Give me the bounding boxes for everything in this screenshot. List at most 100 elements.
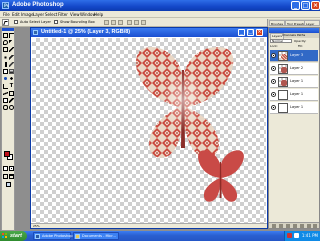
blend-mode-select[interactable]: Normal — [270, 39, 292, 43]
layer-row-layer-3[interactable]: Layer 3 — [270, 50, 318, 62]
standard-mode-icon[interactable] — [3, 166, 8, 171]
show-bounding-box-checkbox[interactable] — [54, 20, 58, 24]
visibility-eye-icon[interactable] — [271, 92, 276, 97]
move-tool-icon[interactable] — [9, 33, 14, 38]
taskbar-item-photoshop[interactable]: Adobe Photoshop — [33, 232, 73, 240]
layer-row-layer-1-copy[interactable]: Layer 1 — [270, 89, 318, 101]
menu-view[interactable]: View — [70, 12, 80, 17]
screen-mode-standard-icon[interactable] — [3, 174, 8, 179]
start-label: start — [10, 233, 22, 239]
notes-tool-icon[interactable] — [3, 98, 8, 103]
align-right-icon[interactable] — [141, 20, 146, 25]
magic-wand-tool-icon[interactable] — [9, 40, 14, 45]
photoshop-task-icon — [35, 234, 40, 239]
fill-label: Fill: — [298, 44, 304, 48]
visibility-eye-icon[interactable] — [271, 66, 276, 71]
visibility-eye-icon[interactable] — [271, 53, 276, 58]
hand-tool-icon[interactable] — [3, 105, 8, 110]
document-title-bar[interactable]: Untitled-1 @ 25% (Layer 3, RGB/8) _ □ × — [31, 28, 267, 37]
jump-to-imageready-icon[interactable] — [6, 182, 11, 187]
visibility-eye-icon[interactable] — [271, 105, 276, 110]
pen-tool-icon[interactable] — [3, 91, 8, 96]
menu-image[interactable]: Image — [21, 12, 34, 17]
document-window: Untitled-1 @ 25% (Layer 3, RGB/8) _ □ × — [30, 27, 268, 229]
menu-select[interactable]: Select — [45, 12, 57, 17]
document-icon — [33, 30, 38, 35]
align-bottom-icon[interactable] — [118, 20, 123, 25]
marquee-tool-icon[interactable] — [3, 33, 8, 38]
rectangle-tool-icon[interactable] — [9, 91, 14, 96]
document-title: Untitled-1 @ 25% (Layer 3, RGB/8) — [41, 29, 131, 35]
screen-mode-full-icon[interactable] — [9, 174, 14, 179]
layer-row-layer-2[interactable]: Layer 2 — [270, 63, 318, 75]
document-close-button[interactable]: × — [256, 29, 263, 36]
document-canvas[interactable] — [32, 38, 266, 224]
link-layers-icon[interactable] — [272, 224, 276, 228]
menu-edit[interactable]: Edit — [12, 12, 20, 17]
menu-layer[interactable]: Layer — [33, 12, 44, 17]
gradient-tool-icon[interactable] — [9, 69, 14, 74]
brush-tool-icon[interactable] — [9, 55, 14, 60]
photoshop-app-icon[interactable]: Ps — [2, 2, 9, 9]
trash-icon[interactable] — [313, 224, 317, 228]
start-button[interactable]: start — [0, 231, 27, 241]
align-top-icon[interactable] — [104, 20, 109, 25]
layer-thumbnail — [278, 90, 288, 100]
healing-brush-icon[interactable] — [3, 55, 8, 60]
layer-style-icon[interactable] — [279, 224, 283, 228]
slice-tool-icon[interactable] — [9, 47, 14, 52]
zoom-tool-icon[interactable] — [9, 105, 14, 110]
tab-channels[interactable]: Channels — [281, 33, 297, 38]
eraser-tool-icon[interactable] — [3, 69, 8, 74]
type-tool-icon[interactable]: T — [9, 84, 14, 89]
tray-antivirus-icon[interactable] — [287, 233, 292, 238]
layer-row-layer-1[interactable]: Layer 1 — [270, 76, 318, 88]
document-maximize-button[interactable]: □ — [247, 29, 254, 36]
menu-file[interactable]: File — [3, 12, 10, 17]
layers-palette-footer — [269, 222, 319, 228]
taskbar: start Adobe Photoshop Documents - Micr..… — [0, 231, 320, 241]
windows-flag-icon — [2, 233, 8, 239]
palette-well-tab-layer-comps[interactable]: Layer Comps — [304, 20, 320, 32]
clone-stamp-icon[interactable] — [3, 62, 8, 67]
align-center-icon[interactable] — [134, 20, 139, 25]
layer-row-background[interactable]: Layer 1 — [270, 102, 318, 114]
align-left-icon[interactable] — [127, 20, 132, 25]
toolbox-grip[interactable] — [2, 28, 14, 31]
blur-tool-icon[interactable] — [3, 76, 8, 81]
layer-thumbnail — [278, 64, 288, 74]
document-minimize-button[interactable]: _ — [238, 29, 245, 36]
auto-select-layer-checkbox[interactable] — [14, 20, 18, 24]
menu-filter[interactable]: Filter — [58, 12, 68, 17]
history-brush-icon[interactable] — [9, 62, 14, 67]
layer-mask-icon[interactable] — [286, 224, 290, 228]
palette-well-tab-brushes[interactable]: Brushes — [269, 20, 286, 26]
new-adjustment-layer-icon[interactable] — [300, 224, 304, 228]
visibility-eye-icon[interactable] — [271, 79, 276, 84]
foreground-color-swatch[interactable] — [4, 151, 10, 157]
menu-help[interactable]: Help — [94, 12, 103, 17]
tab-paths[interactable]: Paths — [296, 33, 306, 38]
crop-tool-icon[interactable] — [3, 47, 8, 52]
small-butterfly-shape[interactable] — [198, 150, 244, 202]
window-title: Adobe Photoshop — [12, 2, 64, 8]
large-butterfly-shape[interactable] — [135, 47, 234, 158]
minimize-button[interactable]: _ — [291, 1, 300, 10]
eyedropper-tool-icon[interactable] — [9, 98, 14, 103]
path-selection-icon[interactable] — [3, 84, 8, 89]
tray-volume-icon[interactable] — [294, 233, 299, 238]
zoom-level[interactable]: 25% — [33, 224, 40, 228]
new-layer-icon[interactable] — [307, 224, 311, 228]
maximize-button[interactable]: □ — [301, 1, 310, 10]
dodge-tool-icon[interactable] — [9, 76, 14, 81]
move-tool-icon[interactable] — [2, 19, 9, 26]
close-button[interactable]: × — [311, 1, 320, 10]
new-set-icon[interactable] — [293, 224, 297, 228]
quick-mask-icon[interactable] — [9, 166, 14, 171]
clock[interactable]: 1:41 PM — [302, 231, 318, 241]
align-middle-icon[interactable] — [111, 20, 116, 25]
taskbar-item-documents[interactable]: Documents - Micr... — [73, 232, 119, 240]
layer-name: Layer 3 — [290, 53, 304, 57]
document-status-bar: 25% — [31, 223, 267, 228]
lasso-tool-icon[interactable] — [3, 40, 8, 45]
